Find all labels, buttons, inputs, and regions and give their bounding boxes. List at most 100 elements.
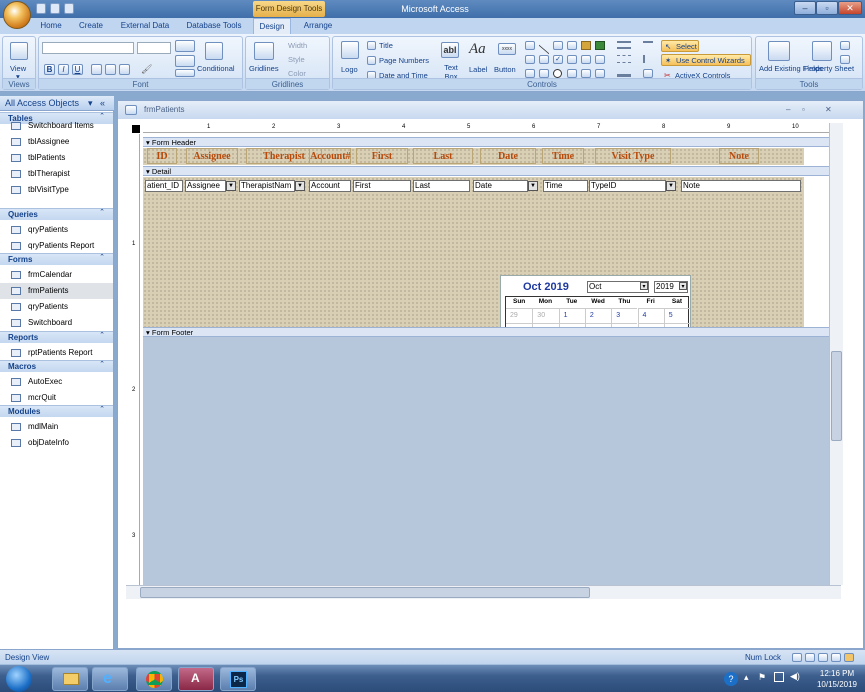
bound-frame-icon[interactable] [567, 41, 577, 50]
undo-icon[interactable] [50, 3, 60, 14]
checkbox-icon[interactable]: ✓ [553, 55, 563, 64]
form-field[interactable]: Note [681, 180, 801, 192]
logo-label[interactable]: Logo [341, 65, 358, 74]
color-label[interactable]: Color [288, 69, 306, 78]
calendar-day[interactable]: 2 [584, 308, 612, 323]
detail-bar[interactable]: ▾ Detail [143, 166, 829, 176]
nav-item[interactable]: tblPatients [0, 150, 113, 166]
tab-design[interactable]: Design [253, 18, 291, 34]
text-box-icon[interactable]: abl [441, 42, 459, 58]
toggle-button-icon[interactable] [539, 69, 549, 78]
insert-page-icon[interactable] [595, 69, 605, 78]
format-painter-icon[interactable]: 🖌 [141, 64, 152, 75]
rectangle-icon[interactable] [553, 41, 563, 50]
chevron-up-icon[interactable]: ⌃ [99, 253, 105, 261]
unbound-frame-icon[interactable] [567, 55, 577, 64]
dropdown-arrow-icon[interactable]: ▼ [528, 181, 538, 191]
nav-item[interactable]: Switchboard Items [0, 118, 113, 134]
vertical-scrollbar[interactable] [829, 123, 843, 585]
print-view-icon[interactable] [831, 653, 841, 662]
align-center-icon[interactable] [105, 64, 116, 75]
horizontal-scrollbar[interactable] [126, 585, 841, 599]
doc-minimize-button[interactable]: – [786, 101, 790, 119]
conditional-icon[interactable] [205, 42, 223, 60]
form-selector[interactable] [132, 125, 140, 133]
fill-color-icon[interactable] [175, 55, 195, 67]
gridlines-label[interactable]: Gridlines [249, 64, 279, 73]
design-view-icon[interactable] [844, 653, 854, 662]
form-view-icon[interactable] [792, 653, 802, 662]
tab-database-tools[interactable]: Database Tools [180, 18, 248, 34]
chevron-up-icon[interactable]: ⌃ [99, 208, 105, 216]
dropdown-arrow-icon[interactable]: ▼ [295, 181, 305, 191]
line-type-icon[interactable] [617, 55, 631, 63]
image-icon[interactable] [595, 41, 605, 50]
tab-external-data[interactable]: External Data [114, 18, 176, 34]
logo-icon[interactable] [341, 41, 359, 59]
nav-item[interactable]: qryPatients Report [0, 238, 113, 254]
form-header-bar[interactable]: ▾ Form Header [143, 137, 829, 147]
calendar-day[interactable]: 30 [532, 308, 559, 323]
line-icon[interactable] [539, 36, 549, 55]
calendar-day[interactable]: 1 [558, 308, 585, 323]
layout-view-icon[interactable] [818, 653, 828, 662]
datasheet-view-icon[interactable] [805, 653, 815, 662]
button-icon[interactable]: xxxx [498, 43, 516, 55]
calendar-day[interactable]: 4 [637, 308, 664, 323]
gridlines-icon[interactable] [254, 42, 274, 60]
maximize-button[interactable]: ▫ [816, 1, 838, 15]
dropdown-arrow-icon[interactable]: ▼ [666, 181, 676, 191]
nav-section-forms[interactable]: Forms [0, 253, 113, 265]
nav-header[interactable]: All Access Objects ▾ « [0, 96, 114, 111]
help-icon[interactable]: ? [724, 672, 738, 686]
use-control-wizards-button[interactable]: ✶ Use Control Wizards [661, 54, 751, 66]
tab-home[interactable]: Home [34, 18, 68, 34]
calendar-day[interactable]: 5 [663, 308, 691, 323]
nav-section-reports[interactable]: Reports [0, 331, 113, 343]
option-group-icon[interactable] [525, 69, 535, 78]
nav-item[interactable]: rptPatients Report [0, 345, 113, 361]
dropdown-arrow-icon[interactable]: ▼ [226, 181, 236, 191]
form-field[interactable]: TherapistNam [239, 180, 295, 192]
special-effect-icon[interactable] [643, 55, 653, 63]
form-field[interactable]: Time [543, 180, 588, 192]
office-button[interactable] [3, 1, 31, 29]
view-icon[interactable] [10, 42, 28, 60]
add-existing-fields-icon[interactable] [768, 41, 790, 61]
nav-item[interactable]: frmPatients [0, 283, 113, 299]
internet-explorer-icon[interactable]: e [92, 667, 128, 691]
calendar-day[interactable]: 3 [611, 308, 638, 323]
chrome-icon[interactable] [136, 667, 172, 691]
chevron-up-icon[interactable]: ⌃ [99, 331, 105, 339]
width-label[interactable]: Width [288, 41, 307, 50]
nav-item[interactable]: Switchboard [0, 315, 113, 331]
property-sheet-label[interactable]: Property Sheet [804, 64, 854, 73]
minimize-button[interactable]: – [794, 1, 816, 15]
doc-close-button[interactable]: ✕ [825, 101, 832, 119]
title-label[interactable]: Title [379, 41, 393, 50]
set-default-icon[interactable] [643, 41, 653, 49]
hyperlink-icon[interactable] [567, 69, 577, 78]
list-box-icon[interactable] [539, 55, 549, 64]
nav-item[interactable]: qryPatients [0, 299, 113, 315]
calendar-day[interactable]: 29 [506, 308, 533, 323]
page-numbers-icon[interactable] [367, 56, 376, 65]
property-icon[interactable] [643, 69, 653, 78]
tab-control-icon[interactable] [525, 41, 535, 50]
chevron-up-icon[interactable]: ⌃ [99, 405, 105, 413]
nav-item[interactable]: AutoExec [0, 374, 113, 390]
tab-arrange[interactable]: Arrange [296, 18, 340, 34]
network-icon[interactable] [774, 672, 784, 682]
select-button[interactable]: ↖ Select [661, 40, 699, 52]
notification-chevron-icon[interactable]: ▴ [744, 672, 749, 683]
horizontal-scroll-thumb[interactable] [140, 587, 590, 598]
collapse-pane-icon[interactable]: « [100, 96, 105, 111]
italic-icon[interactable]: I [58, 64, 69, 75]
nav-section-macros[interactable]: Macros [0, 360, 113, 372]
redo-icon[interactable] [64, 3, 74, 14]
nav-item[interactable]: tblAssignee [0, 134, 113, 150]
tab-create[interactable]: Create [72, 18, 110, 34]
property-sheet-icon[interactable] [812, 41, 832, 61]
nav-item[interactable]: qryPatients [0, 222, 113, 238]
align-left-icon[interactable] [91, 64, 102, 75]
